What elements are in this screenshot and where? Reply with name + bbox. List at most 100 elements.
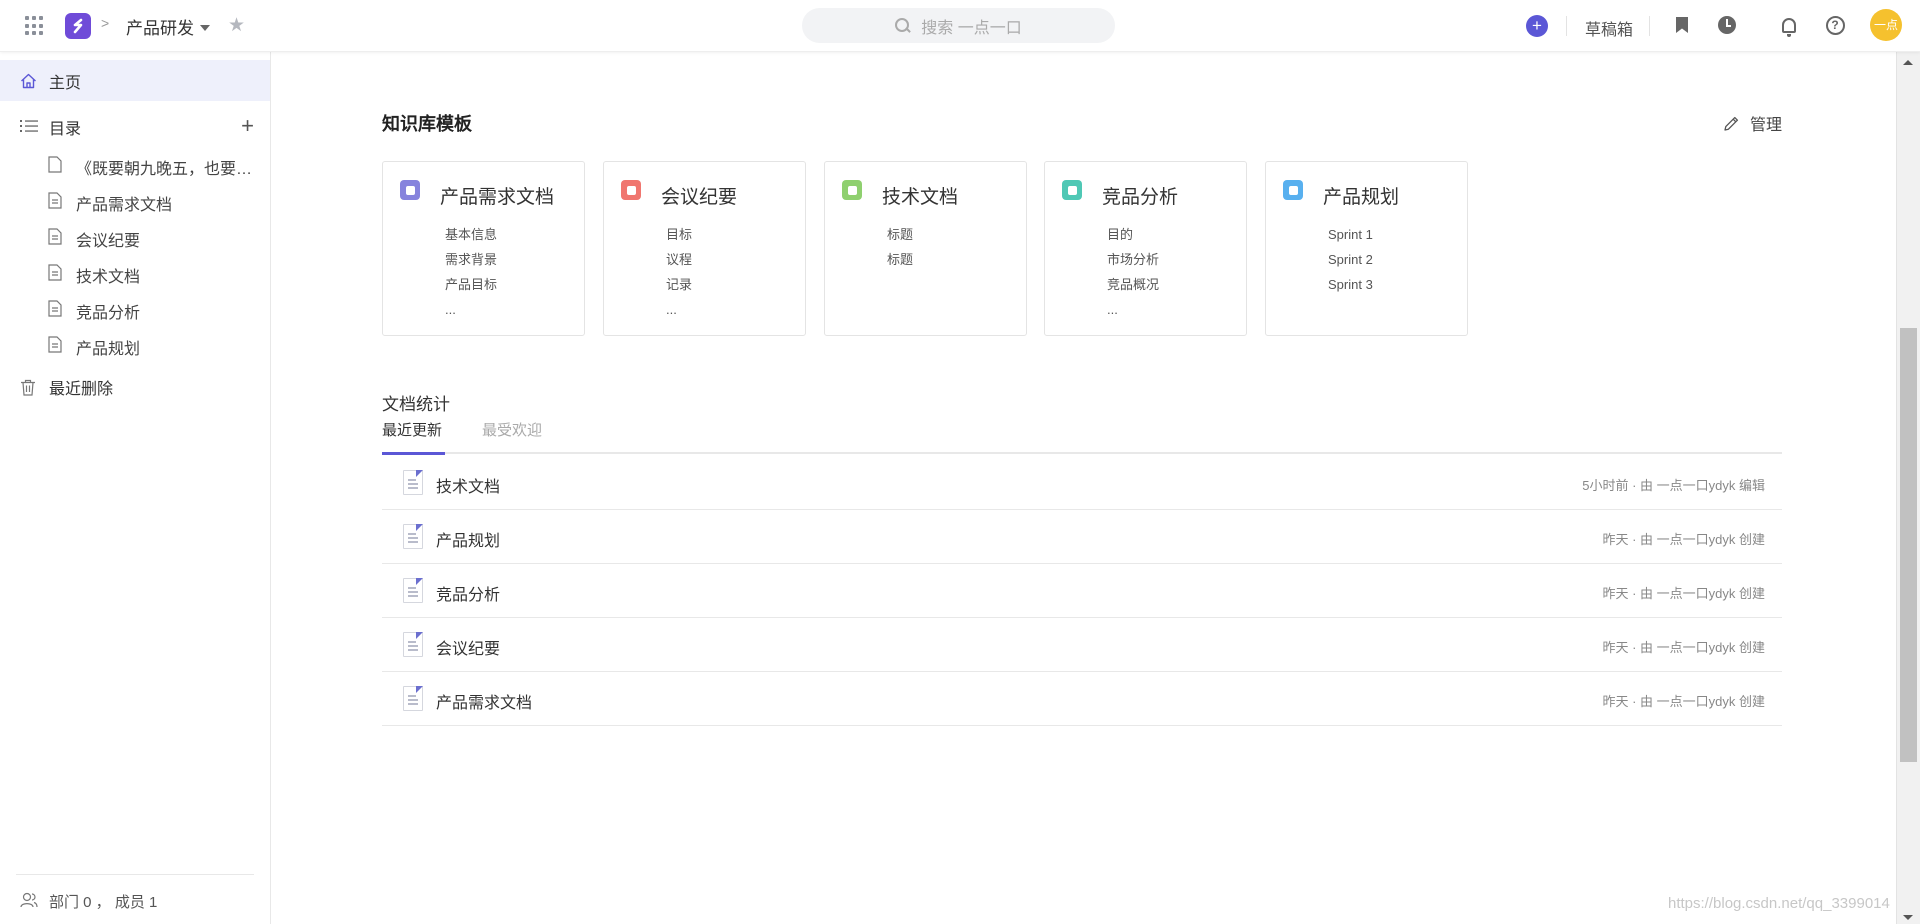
template-outline-line: 目标 [666, 227, 693, 242]
file-icon [403, 686, 423, 711]
template-outline: 目标 议程 记录... [666, 226, 692, 326]
search-placeholder: 搜索 一点一口 [921, 19, 1022, 37]
search-bar[interactable]: 搜索 一点一口 [802, 8, 1115, 43]
members-footer[interactable]: 部门 0 ， 成员 1 [16, 874, 254, 924]
template-card[interactable]: 会议纪要 目标 议程 记录... [603, 161, 806, 336]
doc-meta: 5小时前 · 由 一点一口ydyk 编辑 [1582, 478, 1765, 493]
tree-item[interactable]: 会议纪要 [0, 219, 270, 255]
sidebar-item-home[interactable]: 主页 [0, 60, 270, 101]
template-name: 竞品分析 [1102, 187, 1179, 208]
drafts-link[interactable]: 草稿箱 [1585, 16, 1633, 40]
sidebar-item-label: 目录 [49, 120, 82, 138]
template-outline-line: ... [666, 302, 677, 317]
template-outline-line: Sprint 1 [1328, 227, 1373, 242]
create-button[interactable]: + [1526, 15, 1548, 37]
add-icon[interactable]: + [241, 113, 254, 139]
breadcrumb-separator: > [101, 15, 110, 31]
app-grid-icon[interactable] [25, 16, 45, 36]
scroll-down-arrow-icon[interactable] [1903, 915, 1913, 920]
doc-row[interactable]: 竞品分析 昨天 · 由 一点一口ydyk 创建 [382, 564, 1782, 618]
doc-row[interactable]: 会议纪要 昨天 · 由 一点一口ydyk 创建 [382, 618, 1782, 672]
members-count: 部门 0 ， 成员 1 [49, 894, 158, 911]
manage-button[interactable]: 管理 [1723, 111, 1782, 135]
template-outline: 基本信息需求背景产品目标... [445, 226, 497, 326]
template-outline-line: ... [1107, 302, 1118, 317]
active-tab-indicator [382, 452, 445, 455]
doc-meta: 昨天 · 由 一点一口ydyk 创建 [1602, 640, 1765, 655]
manage-label: 管理 [1750, 117, 1783, 134]
doc-row[interactable]: 产品需求文档 昨天 · 由 一点一口ydyk 创建 [382, 672, 1782, 726]
sidebar-item-catalog[interactable]: 目录 + [0, 106, 270, 147]
template-outline-line: ... [445, 302, 456, 317]
document-icon [48, 192, 62, 209]
tree-item-label: 产品规划 [76, 341, 141, 358]
tab-recent[interactable]: 最近更新 [382, 419, 442, 450]
people-icon [20, 892, 38, 908]
tree-item-label: 会议纪要 [76, 233, 141, 250]
template-outline: Sprint 1 Sprint 2 Sprint 3 [1328, 226, 1373, 301]
template-icon [1283, 180, 1303, 200]
template-outline-line: 市场分析 [1107, 252, 1160, 267]
template-outline-line: Sprint 2 [1328, 252, 1373, 267]
trash-icon [20, 379, 38, 396]
section-title-templates: 知识库模板 [382, 114, 472, 134]
tree-item[interactable]: 《既要朝九晚五，也要… [0, 147, 270, 183]
template-card[interactable]: 产品规划 Sprint 1 Sprint 2 Sprint 3 [1265, 161, 1468, 336]
template-outline-line: 竞品概况 [1107, 277, 1160, 292]
help-icon[interactable]: ? [1824, 14, 1846, 36]
bell-icon[interactable] [1778, 14, 1800, 37]
doc-name: 会议纪要 [436, 641, 501, 658]
tree-item[interactable]: 技术文档 [0, 255, 270, 291]
template-icon [1062, 180, 1082, 200]
chevron-down-icon [200, 24, 210, 31]
scrollbar-thumb[interactable] [1900, 328, 1917, 762]
document-icon [48, 336, 62, 353]
scroll-up-arrow-icon[interactable] [1903, 60, 1913, 65]
divider [1649, 16, 1650, 36]
avatar[interactable]: 一点 [1870, 9, 1902, 41]
template-icon [621, 180, 641, 200]
tree-item[interactable]: 产品规划 [0, 327, 270, 363]
template-name: 产品规划 [1323, 187, 1400, 208]
tree-item-label: 产品需求文档 [76, 197, 173, 214]
vertical-scrollbar[interactable] [1896, 52, 1920, 924]
space-switcher[interactable]: 产品研发 [126, 14, 210, 39]
doc-row[interactable]: 技术文档 5小时前 · 由 一点一口ydyk 编辑 [382, 456, 1782, 510]
document-icon [48, 300, 62, 317]
pencil-icon [1724, 116, 1739, 131]
template-outline-line: Sprint 3 [1328, 277, 1373, 292]
search-icon [895, 17, 911, 34]
stats-tabs: 最近更新 最受欢迎 [382, 419, 1782, 455]
document-icon [48, 228, 62, 245]
template-card[interactable]: 竞品分析 目的 市场分析 竞品概况... [1044, 161, 1247, 336]
template-name: 会议纪要 [661, 187, 738, 208]
template-icon [842, 180, 862, 200]
template-card[interactable]: 产品需求文档 基本信息 需求背景 产品目标... [382, 161, 585, 336]
template-name: 技术文档 [882, 187, 959, 208]
doc-meta: 昨天 · 由 一点一口ydyk 创建 [1602, 694, 1765, 709]
doc-row[interactable]: 产品规划 昨天 · 由 一点一口ydyk 创建 [382, 510, 1782, 564]
template-card[interactable]: 技术文档 标题 标题 [824, 161, 1027, 336]
bookmark-icon[interactable] [1671, 14, 1693, 36]
sidebar-item-label: 主页 [49, 74, 82, 92]
logo-icon [73, 18, 83, 34]
clock-icon[interactable] [1716, 14, 1738, 36]
document-icon [48, 264, 62, 281]
star-icon[interactable]: ★ [228, 14, 245, 37]
file-icon [403, 632, 423, 657]
tab-popular[interactable]: 最受欢迎 [482, 419, 542, 450]
tree-item[interactable]: 竞品分析 [0, 291, 270, 327]
template-outline-line: 需求背景 [445, 252, 498, 267]
tree-item[interactable]: 产品需求文档 [0, 183, 270, 219]
sidebar-item-trash[interactable]: 最近删除 [0, 366, 270, 407]
doc-name: 竞品分析 [436, 587, 501, 604]
list-icon [20, 119, 38, 135]
template-outline-line: 基本信息 [445, 227, 498, 242]
template-outline-line: 议程 [666, 252, 693, 267]
template-outline-line: 标题 [887, 227, 914, 242]
tree-item-label: 技术文档 [76, 269, 141, 286]
template-outline-line: 产品目标 [445, 277, 498, 292]
file-icon [403, 470, 423, 495]
doc-meta: 昨天 · 由 一点一口ydyk 创建 [1602, 532, 1765, 547]
app-logo[interactable] [65, 13, 91, 39]
